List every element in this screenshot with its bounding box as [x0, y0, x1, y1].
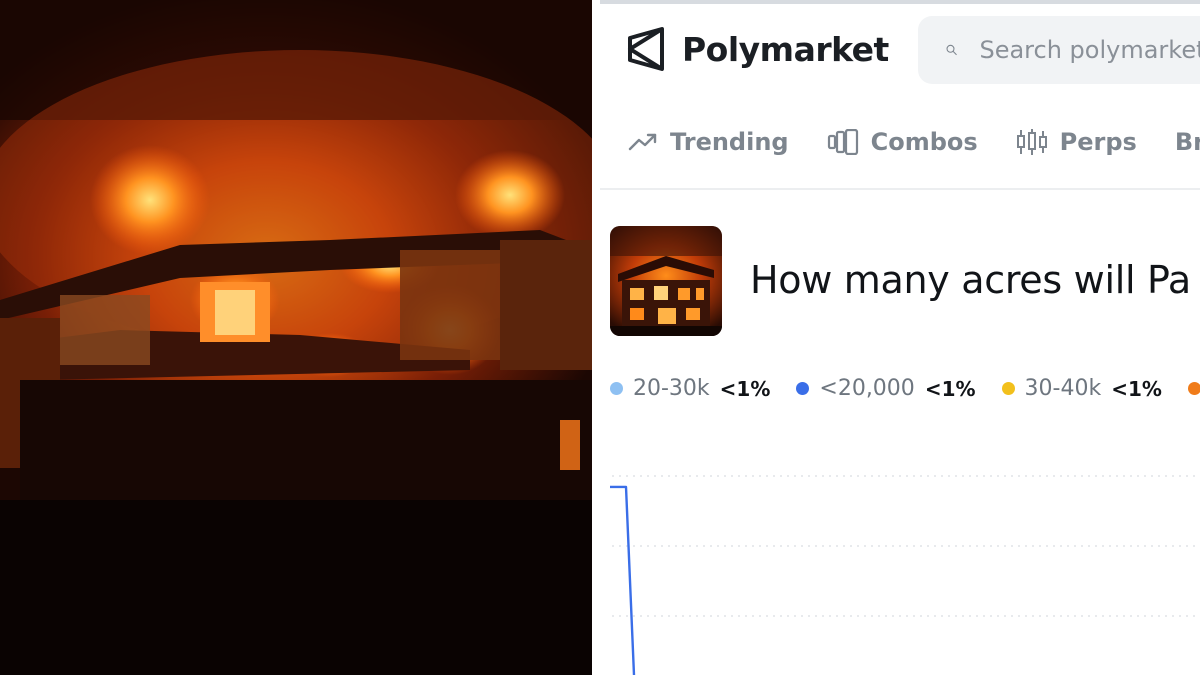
legend-outcome-value: <1% — [924, 376, 976, 401]
polymarket-screen: Polymarket Search polymarkets Trending C… — [600, 0, 1200, 675]
legend-outcome-value: <1% — [1111, 376, 1162, 401]
trending-icon — [628, 133, 657, 151]
nav-item-trending[interactable]: Trending — [628, 128, 789, 156]
legend-item[interactable]: 20-30k <1% — [610, 376, 770, 401]
legend-dot — [1187, 382, 1200, 395]
brand-logo[interactable]: Polymarket — [626, 26, 889, 72]
market-thumbnail[interactable] — [610, 226, 722, 336]
search-icon — [946, 44, 957, 56]
combos-icon — [827, 129, 858, 155]
polymarket-logo-icon — [628, 27, 664, 71]
nav-label: Combos — [870, 128, 978, 156]
series-line — [610, 485, 636, 675]
legend-outcome-value: <1% — [719, 376, 771, 401]
legend-dot — [796, 382, 810, 395]
nav-item-combos[interactable]: Combos — [827, 128, 978, 156]
category-nav: Trending Combos Perps Breaking — [628, 128, 1200, 156]
legend-dot — [610, 382, 623, 395]
legend-item[interactable]: 30-40k <1% — [1001, 376, 1162, 401]
nav-label: Perps — [1059, 128, 1137, 156]
outcome-legend: 20-30k <1% <20,000 <1% 30-40k <1% 4 — [610, 376, 1200, 401]
fire-scene — [0, 0, 592, 675]
legend-outcome-name: 30-40k — [1024, 376, 1102, 401]
search-placeholder: Search polymarkets — [979, 36, 1200, 64]
nav-item-perps[interactable]: Perps — [1016, 128, 1137, 156]
price-chart[interactable] — [600, 440, 1200, 675]
legend-outcome-name: 20-30k — [633, 376, 710, 401]
legend-dot — [1001, 382, 1015, 395]
panel-divider — [592, 0, 600, 675]
legend-item[interactable]: <20,000 <1% — [796, 376, 976, 401]
house-fire-photo — [0, 0, 592, 675]
nav-label: Trending — [670, 128, 789, 156]
nav-label: Breaking — [1174, 128, 1200, 156]
brand-name: Polymarket — [682, 29, 889, 69]
candlestick-icon — [1016, 129, 1047, 155]
search-input[interactable]: Search polymarkets — [918, 16, 1200, 84]
browser-top-strip — [600, 0, 1200, 4]
legend-item[interactable]: 4 — [1187, 376, 1200, 401]
market-title[interactable]: How many acres will Pa — [750, 258, 1191, 302]
nav-divider — [600, 188, 1200, 190]
nav-item-breaking[interactable]: Breaking — [1175, 128, 1200, 156]
burning-house-image — [610, 226, 722, 336]
legend-outcome-name: <20,000 — [819, 376, 915, 401]
